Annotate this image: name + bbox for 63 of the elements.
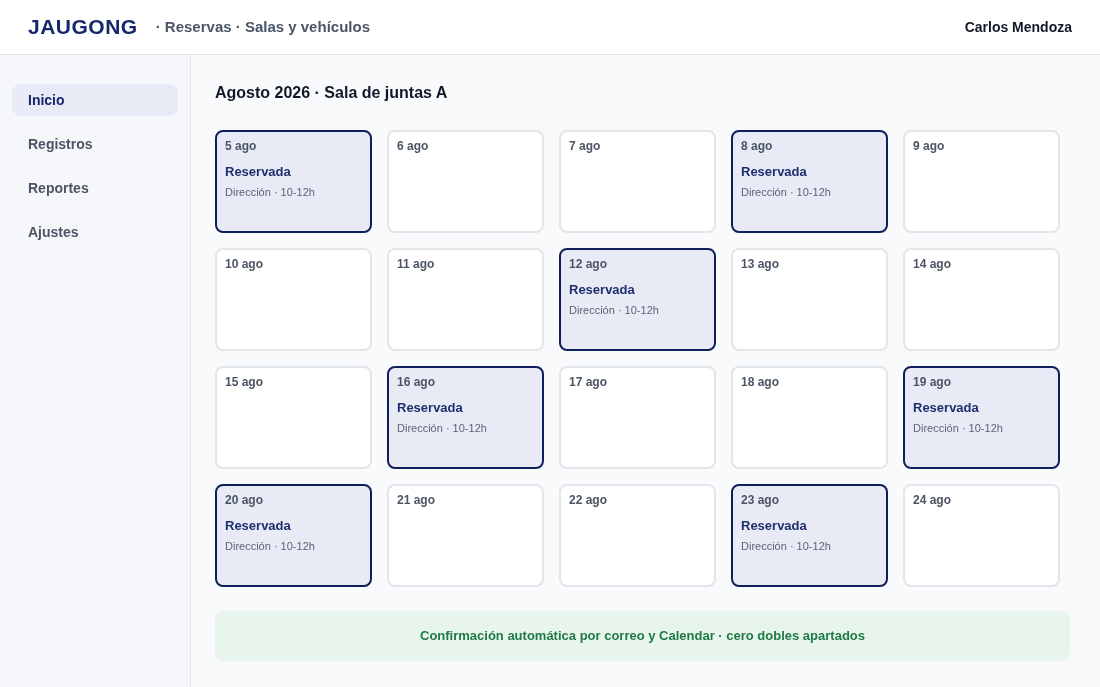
day-card[interactable]: 14 ago — [903, 248, 1060, 351]
reserved-day-card[interactable]: 23 ago Reservada Dirección · 10-12h — [731, 484, 888, 587]
booking-detail: Dirección · 10-12h — [225, 185, 315, 199]
day-card[interactable]: 13 ago — [731, 248, 888, 351]
booking-detail: Dirección · 10-12h — [741, 539, 831, 553]
day-card[interactable]: 10 ago — [215, 248, 372, 351]
day-date: 20 ago — [225, 492, 263, 508]
booking-status: Reservada — [225, 164, 291, 180]
day-date: 17 ago — [569, 374, 607, 390]
sidebar-item[interactable]: Registros — [12, 128, 178, 160]
day-date: 21 ago — [397, 492, 435, 508]
day-card[interactable]: 7 ago — [559, 130, 716, 233]
sidebar-item[interactable]: Reportes — [12, 172, 178, 204]
booking-detail: Dirección · 10-12h — [397, 421, 487, 435]
day-date: 19 ago — [913, 374, 951, 390]
day-card[interactable]: 18 ago — [731, 366, 888, 469]
day-date: 6 ago — [397, 138, 429, 154]
calendar-title: Agosto 2026 · Sala de juntas A — [215, 83, 449, 103]
booking-detail: Dirección · 10-12h — [741, 185, 831, 199]
banner-text: Confirmación automática por correo y Calendar · cero dobles apartados — [420, 627, 865, 646]
day-card[interactable]: 22 ago — [559, 484, 716, 587]
day-date: 5 ago — [225, 138, 257, 154]
reserved-day-card[interactable]: 5 ago Reservada Dirección · 10-12h — [215, 130, 372, 233]
booking-status: Reservada — [569, 282, 635, 298]
day-date: 16 ago — [397, 374, 435, 390]
reserved-day-card[interactable]: 12 ago Reservada Dirección · 10-12h — [559, 248, 716, 351]
user-name: Carlos Mendoza — [964, 17, 1072, 37]
day-date: 9 ago — [913, 138, 945, 154]
day-date: 10 ago — [225, 256, 263, 272]
booking-status: Reservada — [397, 400, 463, 416]
day-card[interactable]: 17 ago — [559, 366, 716, 469]
reserved-day-card[interactable]: 19 ago Reservada Dirección · 10-12h — [903, 366, 1060, 469]
day-card[interactable]: 9 ago — [903, 130, 1060, 233]
booking-detail: Dirección · 10-12h — [913, 421, 1003, 435]
day-date: 18 ago — [741, 374, 779, 390]
reserved-day-card[interactable]: 16 ago Reservada Dirección · 10-12h — [387, 366, 544, 469]
page-subtitle: · Reservas · Salas y vehículos — [155, 16, 370, 37]
day-card[interactable]: 21 ago — [387, 484, 544, 587]
day-date: 22 ago — [569, 492, 607, 508]
booking-status: Reservada — [741, 518, 807, 534]
day-date: 24 ago — [913, 492, 951, 508]
booking-detail: Dirección · 10-12h — [569, 303, 659, 317]
day-card[interactable]: 11 ago — [387, 248, 544, 351]
booking-status: Reservada — [913, 400, 979, 416]
sidebar-item[interactable]: Ajustes — [12, 216, 178, 248]
booking-status: Reservada — [741, 164, 807, 180]
day-date: 8 ago — [741, 138, 773, 154]
reserved-day-card[interactable]: 20 ago Reservada Dirección · 10-12h — [215, 484, 372, 587]
day-date: 11 ago — [397, 256, 435, 272]
day-card[interactable]: 15 ago — [215, 366, 372, 469]
booking-detail: Dirección · 10-12h — [225, 539, 315, 553]
booking-status: Reservada — [225, 518, 291, 534]
day-date: 14 ago — [913, 256, 951, 272]
day-card[interactable]: 24 ago — [903, 484, 1060, 587]
sidebar-item[interactable]: Inicio — [12, 84, 178, 116]
day-date: 15 ago — [225, 374, 263, 390]
day-date: 12 ago — [569, 256, 607, 272]
day-card[interactable]: 6 ago — [387, 130, 544, 233]
day-date: 13 ago — [741, 256, 779, 272]
day-date: 23 ago — [741, 492, 779, 508]
reserved-day-card[interactable]: 8 ago Reservada Dirección · 10-12h — [731, 130, 888, 233]
brand-logo: JAUGONG — [28, 14, 138, 41]
day-date: 7 ago — [569, 138, 601, 154]
